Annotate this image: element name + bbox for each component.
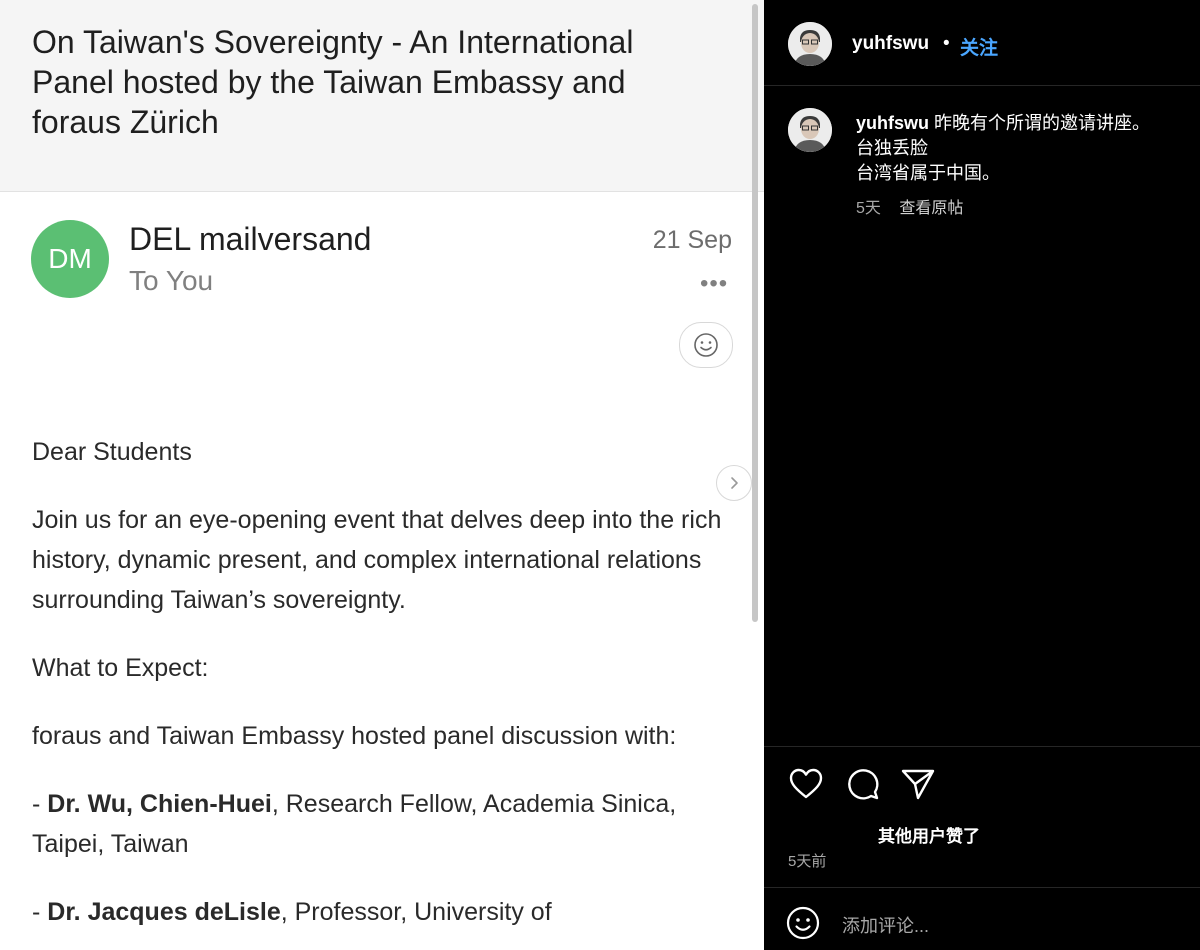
speaker-2: - Dr. Jacques deLisle, Professor, Univer… (32, 892, 740, 932)
caption-line-3: 台湾省属于中国。 (856, 163, 1000, 183)
speaker-1-prefix: - (32, 790, 48, 818)
speaker-2-name: Dr. Jacques deLisle (47, 898, 281, 926)
emoji-icon[interactable] (786, 906, 820, 940)
sender-name[interactable]: DEL mailversand (129, 221, 371, 258)
likes-summary[interactable]: 其他用户赞了 (878, 822, 980, 847)
heart-icon[interactable] (788, 766, 824, 802)
share-icon[interactable] (900, 766, 936, 802)
caption-age: 5天 (856, 200, 881, 217)
email-date: 21 Sep (652, 226, 732, 254)
post-caption: yuhfswu 昨晚有个所谓的邀请讲座。 台独丢脸 台湾省属于中国。 (856, 111, 1186, 186)
comment-divider (764, 887, 1200, 888)
profile-photo (788, 22, 832, 66)
greeting: Dear Students (32, 438, 192, 466)
scrollbar[interactable] (752, 4, 758, 622)
profile-photo (788, 108, 832, 152)
email-pane: On Taiwan's Sovereignty - An Internation… (0, 0, 764, 950)
speaker-2-prefix: - (32, 898, 48, 926)
header-divider (764, 85, 1200, 86)
speaker-2-title: , Professor, University of (280, 898, 552, 926)
panel-line: foraus and Taiwan Embassy hosted panel d… (32, 722, 677, 750)
header-username[interactable]: yuhfswu (852, 33, 929, 55)
speaker-1: - Dr. Wu, Chien-Huei, Research Fellow, A… (32, 784, 740, 864)
caption-avatar[interactable] (788, 108, 832, 152)
profile-avatar[interactable] (788, 22, 832, 66)
post-age: 5天前 (788, 853, 827, 870)
separator-dot: • (943, 33, 950, 54)
caption-line-1: 昨晚有个所谓的邀请讲座。 (934, 113, 1151, 133)
reaction-button[interactable] (679, 322, 733, 368)
expect-heading: What to Expect: (32, 654, 209, 682)
intro-paragraph: Join us for an eye-opening event that de… (32, 506, 722, 614)
see-original-link[interactable]: 查看原帖 (899, 200, 963, 217)
caption-line-2: 台独丢脸 (856, 138, 928, 158)
more-options-button[interactable]: ••• (700, 270, 728, 298)
comment-input[interactable]: 添加评论... (842, 912, 929, 938)
follow-button[interactable]: 关注 (960, 33, 998, 60)
sender-avatar[interactable]: DM (31, 220, 109, 298)
smiley-icon (694, 333, 718, 357)
actions-divider (764, 746, 1200, 747)
email-body: Dear Students Join us for an eye-opening… (32, 432, 740, 950)
caption-meta: 5天 查看原帖 (856, 194, 977, 218)
email-subject: On Taiwan's Sovereignty - An Internation… (32, 24, 634, 140)
caption-username[interactable]: yuhfswu (856, 113, 929, 133)
subject-header: On Taiwan's Sovereignty - An Internation… (0, 0, 764, 192)
post-actions (788, 766, 936, 802)
instagram-panel: yuhfswu • 关注 yuhfswu 昨晚有个所谓的邀请讲座。 台独丢脸 台… (764, 0, 1200, 950)
speaker-1-name: Dr. Wu, Chien-Huei (47, 790, 272, 818)
recipient-line: To You (129, 265, 214, 296)
comment-icon[interactable] (844, 766, 880, 802)
